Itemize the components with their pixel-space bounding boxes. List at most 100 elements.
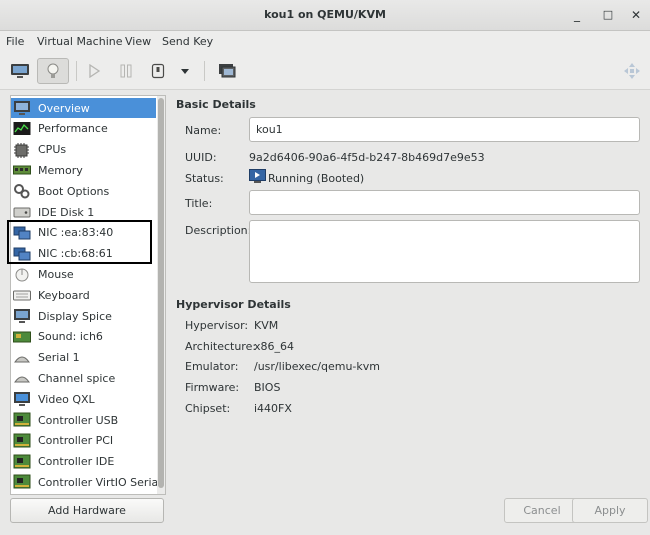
video-icon — [13, 391, 31, 407]
power-icon — [151, 63, 165, 79]
sidebar-item-label: Overview — [38, 101, 90, 115]
move-arrows-icon — [624, 63, 640, 79]
sidebar-item-label: Memory — [38, 163, 83, 177]
fullscreen-icon — [219, 64, 236, 78]
mouse-icon — [13, 266, 31, 282]
shutdown-menu-button[interactable] — [174, 58, 196, 84]
sidebar-item-memory[interactable]: Memory — [11, 160, 156, 180]
minimize-button[interactable]: _ — [569, 7, 585, 23]
uuid-label: UUID: — [185, 151, 217, 164]
sidebar-item-controller-pci[interactable]: Controller PCI — [11, 431, 156, 451]
sidebar-item-label: Controller VirtIO Serial — [38, 475, 162, 489]
menu-virtual-machine[interactable]: Virtual Machine — [37, 35, 123, 48]
uuid-value: 9a2d6406-90a6-4f5d-b247-8b469d7e9e53 — [249, 151, 485, 164]
resize-to-vm-button[interactable] — [618, 58, 646, 84]
sidebar-item-label: Channel spice — [38, 371, 116, 385]
status-label: Status: — [185, 172, 224, 185]
run-button[interactable] — [80, 58, 108, 84]
console-button[interactable] — [6, 58, 34, 84]
channel-icon — [13, 370, 31, 386]
firmware-value: BIOS — [254, 381, 281, 394]
sidebar-item-label: Performance — [38, 122, 108, 136]
architecture-value: x86_64 — [254, 340, 295, 353]
title-field[interactable] — [249, 190, 640, 215]
sidebar-item-label: Display Spice — [38, 309, 112, 323]
sidebar-item-mouse[interactable]: Mouse — [11, 264, 156, 284]
close-button[interactable]: ✕ — [628, 7, 644, 23]
sidebar-item-boot-options[interactable]: Boot Options — [11, 181, 156, 201]
sidebar-item-keyboard[interactable]: Keyboard — [11, 285, 156, 305]
cpu-icon — [13, 142, 31, 158]
basic-details-heading: Basic Details — [176, 98, 256, 111]
performance-icon — [13, 121, 31, 137]
chipset-label: Chipset: — [185, 402, 231, 415]
menu-send-key[interactable]: Send Key — [162, 35, 213, 48]
play-icon — [89, 64, 101, 78]
controller-icon — [13, 412, 31, 428]
hypervisor-details-heading: Hypervisor Details — [176, 298, 291, 311]
cancel-button[interactable]: Cancel — [504, 498, 580, 523]
sidebar-item-label: Boot Options — [38, 184, 110, 198]
sidebar-item-controller-ide[interactable]: Controller IDE — [11, 452, 156, 472]
emulator-label: Emulator: — [185, 360, 239, 373]
sidebar-item-cpus[interactable]: CPUs — [11, 140, 156, 160]
memory-icon — [13, 162, 31, 178]
sidebar-item-label: Controller PCI — [38, 434, 114, 448]
serial-icon — [13, 350, 31, 366]
display-icon — [13, 308, 31, 324]
menu-view[interactable]: View — [125, 35, 151, 48]
add-hardware-button[interactable]: Add Hardware — [10, 498, 164, 523]
hypervisor-value: KVM — [254, 319, 279, 332]
scrollbar[interactable] — [157, 96, 165, 494]
monitor-icon — [11, 64, 29, 78]
lightbulb-icon — [47, 63, 59, 78]
shutdown-button[interactable] — [144, 58, 172, 84]
description-field[interactable] — [249, 220, 640, 283]
pause-button[interactable] — [112, 58, 140, 84]
sidebar-item-ide-disk-1[interactable]: IDE Disk 1 — [11, 202, 156, 222]
emulator-value: /usr/libexec/qemu-kvm — [254, 360, 381, 373]
sidebar-item-performance[interactable]: Performance — [11, 119, 156, 139]
controller-icon — [13, 433, 31, 449]
running-status-icon — [249, 169, 266, 183]
scrollbar-thumb[interactable] — [158, 98, 164, 488]
description-label: Description: — [185, 224, 252, 237]
overview-icon — [13, 100, 31, 116]
details-button[interactable] — [37, 58, 69, 84]
hardware-list: Overview Performance CPUs Memory Boot Option… — [10, 95, 166, 495]
sidebar-item-label: CPUs — [38, 143, 67, 157]
title-label: Title: — [185, 197, 213, 210]
sidebar-item-label: Keyboard — [38, 288, 90, 302]
boot-options-icon — [13, 183, 31, 199]
menu-file[interactable]: File — [6, 35, 24, 48]
sidebar-item-label: IDE Disk 1 — [38, 205, 95, 219]
sidebar-item-label: Mouse — [38, 267, 74, 281]
sidebar-item-controller-usb[interactable]: Controller USB — [11, 410, 156, 430]
sidebar-item-channel-spice[interactable]: Channel spice — [11, 368, 156, 388]
sidebar-item-overview[interactable]: Overview — [11, 98, 156, 118]
sidebar-item-label: Controller USB — [38, 413, 119, 427]
apply-button[interactable]: Apply — [572, 498, 648, 523]
sidebar-item-label: Controller IDE — [38, 455, 115, 469]
disk-icon — [13, 204, 31, 220]
name-field[interactable] — [249, 117, 640, 142]
chipset-value: i440FX — [254, 402, 292, 415]
sidebar-item-label: Video QXL — [38, 392, 95, 406]
sidebar-item-serial-1[interactable]: Serial 1 — [11, 348, 156, 368]
sidebar-item-video-qxl[interactable]: Video QXL — [11, 389, 156, 409]
sound-icon — [13, 329, 31, 345]
nic-highlight-box — [7, 220, 152, 264]
sidebar-item-controller-virtio-serial[interactable]: Controller VirtIO Serial — [11, 472, 161, 492]
fullscreen-button[interactable] — [213, 58, 241, 84]
toolbar-separator — [204, 61, 205, 81]
sidebar-item-sound-ich6[interactable]: Sound: ich6 — [11, 327, 156, 347]
maximize-button[interactable]: □ — [600, 7, 616, 23]
menu-bar: File Virtual Machine View Send Key — [0, 31, 650, 53]
controller-icon — [13, 474, 31, 490]
toolbar-separator — [76, 61, 77, 81]
status-value: Running (Booted) — [268, 172, 365, 185]
sidebar-item-display-spice[interactable]: Display Spice — [11, 306, 156, 326]
keyboard-icon — [13, 287, 31, 303]
firmware-label: Firmware: — [185, 381, 240, 394]
pause-icon — [120, 64, 132, 78]
